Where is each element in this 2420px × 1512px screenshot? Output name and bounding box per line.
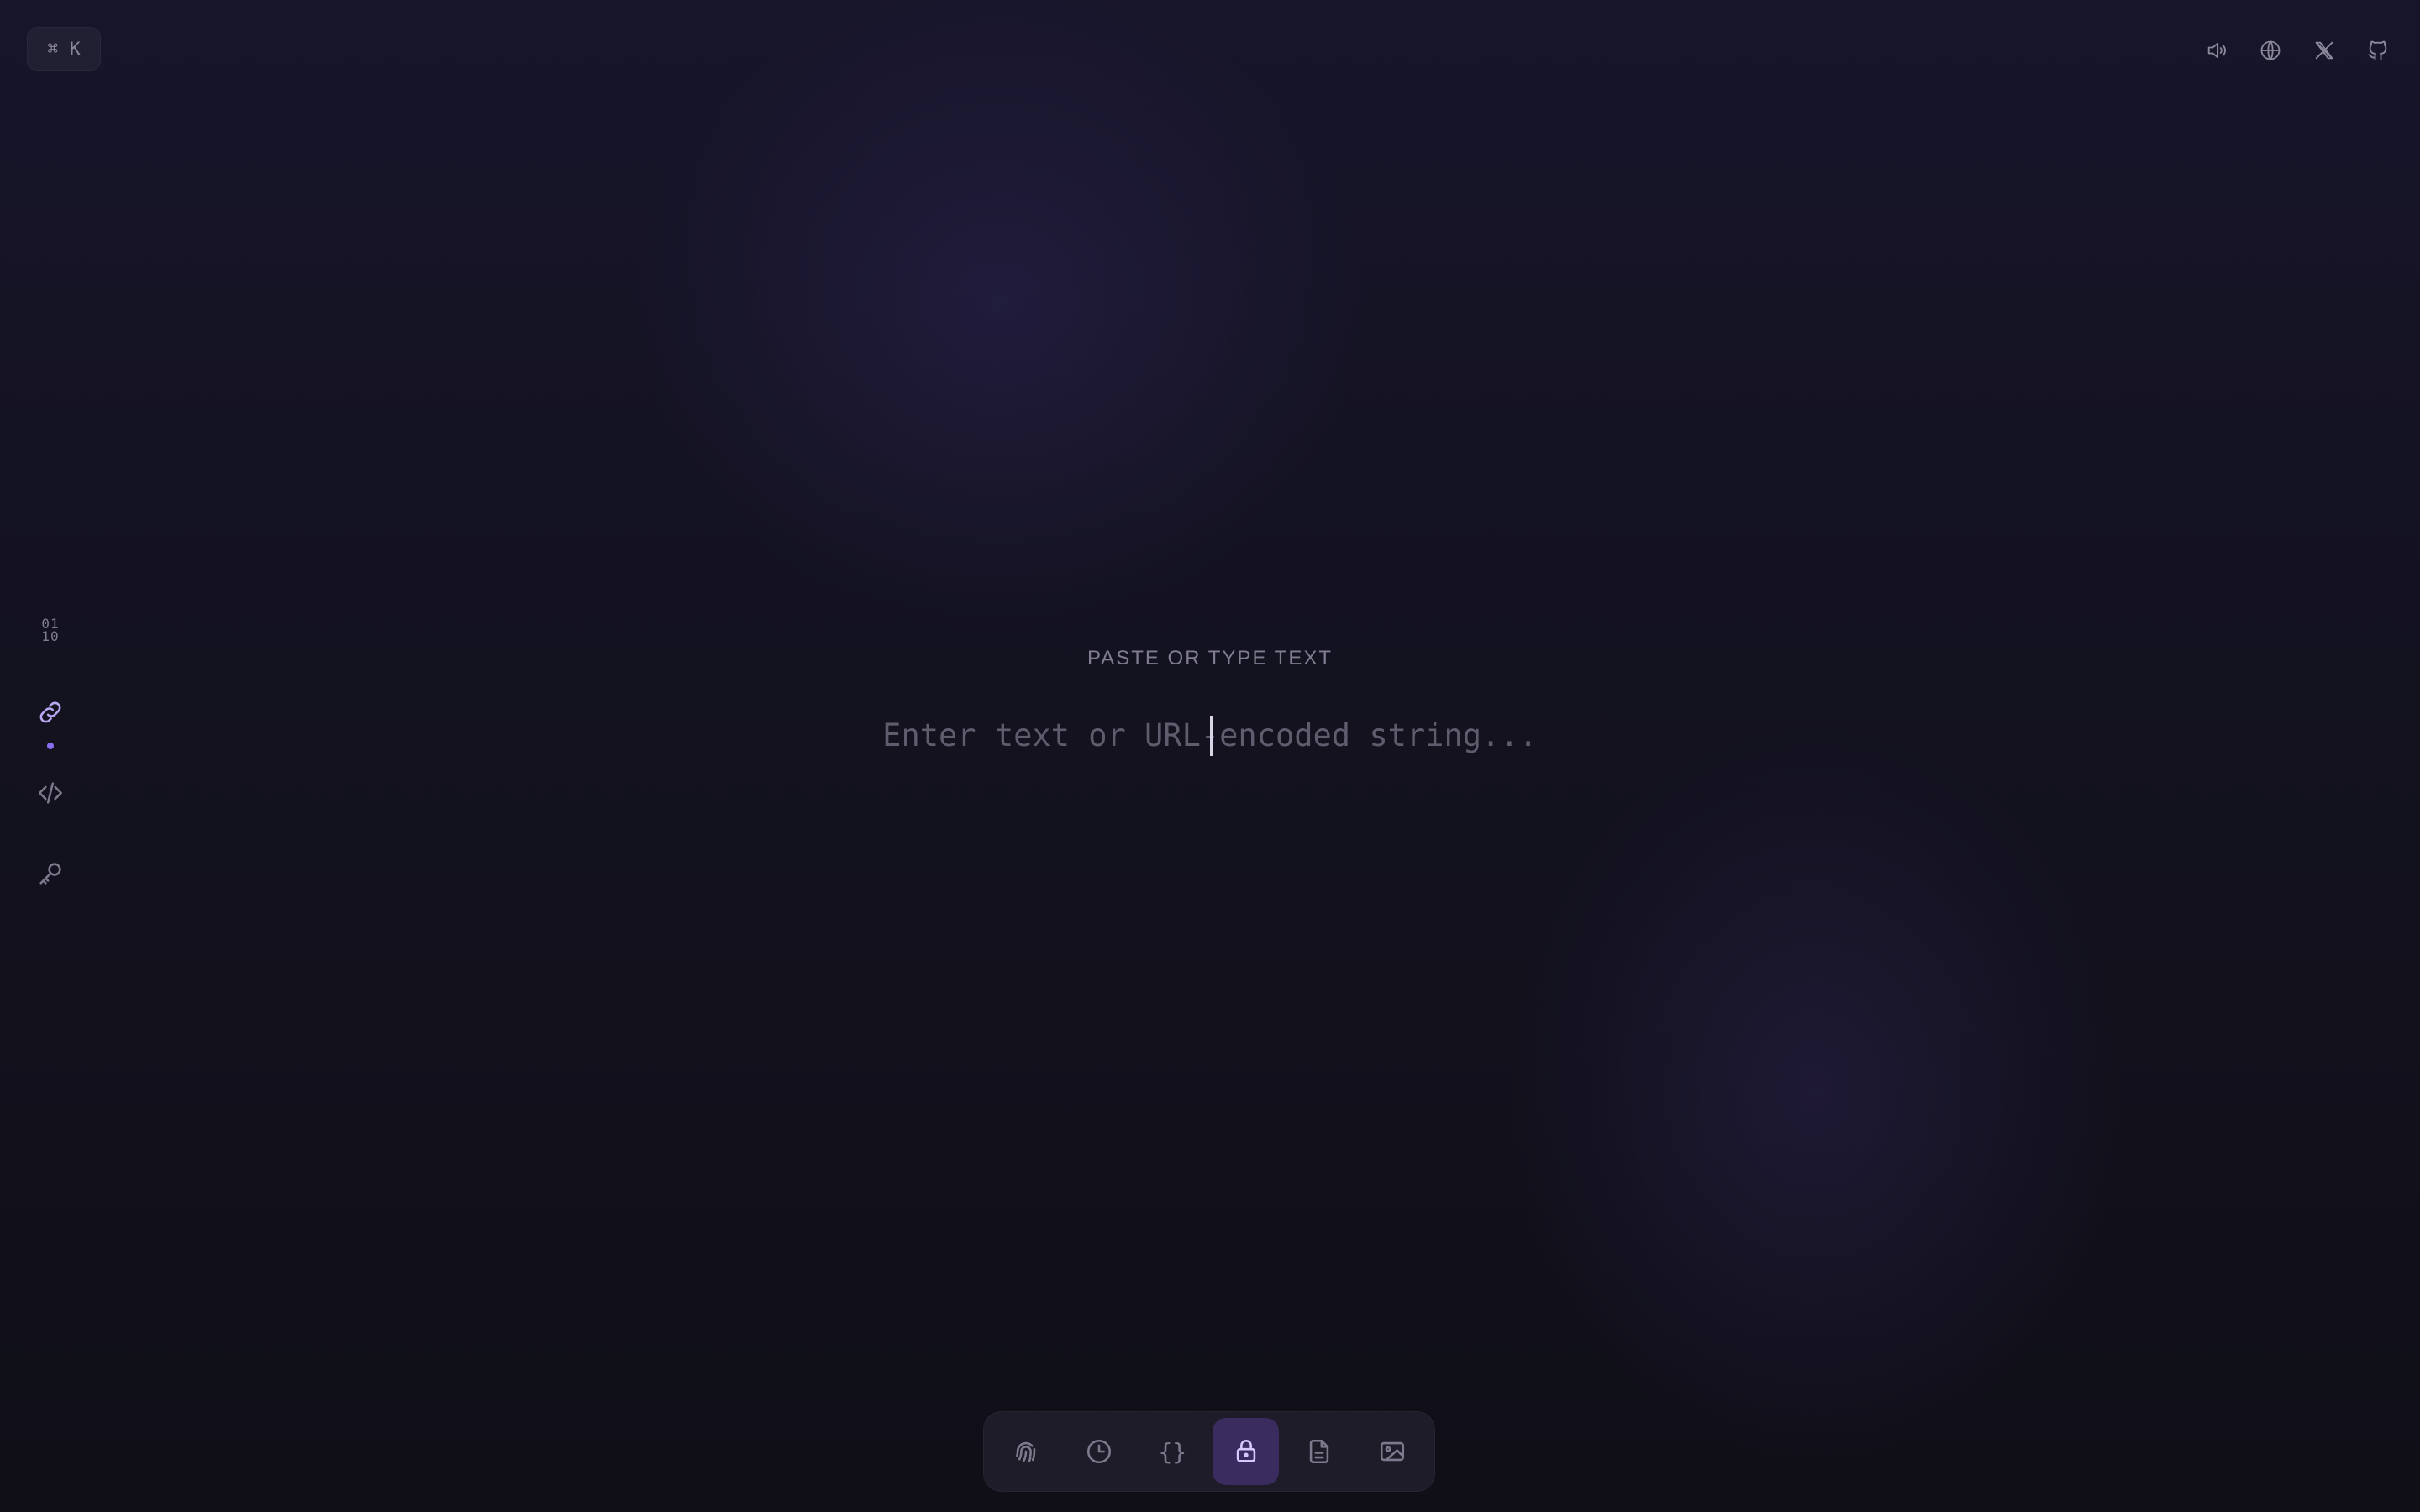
github-icon[interactable] (2361, 34, 2395, 67)
dock-item-timestamp[interactable] (1065, 1418, 1132, 1485)
command-palette-button[interactable]: ⌘ K (27, 27, 101, 71)
binary-icon: 01 10 (41, 617, 59, 643)
speaker-icon[interactable] (2200, 34, 2233, 67)
shortcut-key: K (70, 39, 81, 59)
sidebar-item-jwt[interactable] (32, 855, 69, 892)
sidebar-item-html[interactable] (32, 774, 69, 811)
dock-item-json[interactable]: {} (1139, 1418, 1206, 1485)
fingerprint-icon (1015, 1441, 1035, 1462)
command-key-symbol: ⌘ (47, 39, 58, 59)
dock-item-image[interactable] (1360, 1418, 1426, 1485)
lock-icon (1236, 1440, 1255, 1462)
sidebar-item-binary[interactable]: 01 10 (32, 612, 69, 648)
tool-dock: {} (983, 1411, 1435, 1492)
clock-icon (1086, 1439, 1112, 1464)
top-right-toolbar (2200, 34, 2395, 67)
globe-icon[interactable] (2254, 34, 2287, 67)
active-indicator-dot (47, 743, 54, 749)
code-icon (38, 782, 63, 804)
image-icon (1381, 1441, 1405, 1462)
document-icon (1309, 1439, 1329, 1464)
x-logo-icon[interactable] (2307, 34, 2341, 67)
key-icon (39, 863, 61, 885)
dock-item-text[interactable] (1286, 1418, 1352, 1485)
sidebar-item-url-encode[interactable] (32, 694, 69, 731)
input-prompt-label: PASTE OR TYPE TEXT (1086, 647, 1334, 669)
app-background: ⌘ K 01 10 PASTE OR TYPE TEXT Enter text … (0, 0, 2420, 1512)
dock-item-hash[interactable] (992, 1418, 1059, 1485)
braces-icon: {} (1158, 1437, 1187, 1466)
dock-item-encode[interactable] (1212, 1418, 1280, 1485)
binary-label-bottom: 10 (41, 628, 60, 644)
text-cursor (1210, 716, 1213, 756)
link-icon (39, 701, 61, 723)
